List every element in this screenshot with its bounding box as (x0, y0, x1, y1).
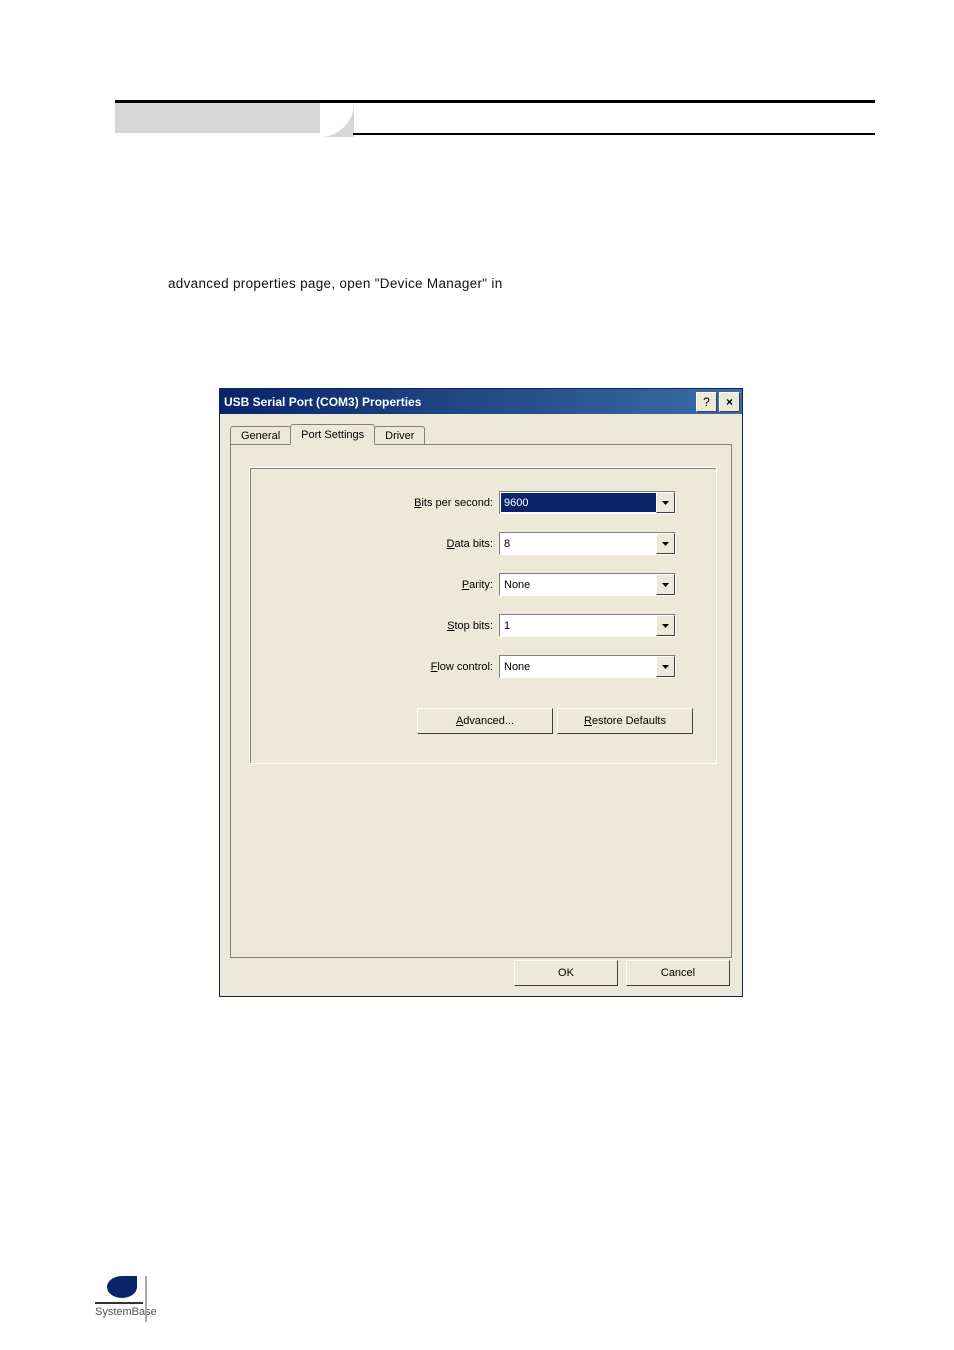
databits-dropdown-button[interactable] (656, 533, 675, 554)
row-data-bits: Data bits: 8 (447, 532, 676, 555)
question-icon: ? (703, 396, 710, 408)
chevron-down-icon (662, 542, 669, 546)
close-icon: × (726, 396, 733, 408)
bps-dropdown[interactable]: 9600 (499, 491, 676, 514)
tab-general[interactable]: General (230, 426, 291, 445)
stopbits-dropdown[interactable]: 1 (499, 614, 676, 637)
logo-text: SystemBase (95, 1306, 157, 1318)
chevron-down-icon (662, 583, 669, 587)
dialog-title: USB Serial Port (COM3) Properties (224, 395, 421, 409)
stopbits-label: Stop bits: (447, 620, 493, 632)
tab-driver-label: Driver (385, 430, 414, 442)
logo-symbol (95, 1276, 143, 1304)
restore-defaults-button[interactable]: Restore Defaults (557, 708, 693, 734)
header-grey-tab (115, 100, 320, 133)
row-stop-bits: Stop bits: 1 (447, 614, 676, 637)
page-header-bar (115, 100, 875, 140)
tab-port-settings-label: Port Settings (301, 429, 364, 441)
tab-general-label: General (241, 430, 280, 442)
row-flow-control: Flow control: None (431, 655, 676, 678)
header-bottom-line (353, 133, 875, 135)
dialog-titlebar[interactable]: USB Serial Port (COM3) Properties ? × (220, 389, 742, 414)
header-curve (320, 103, 354, 137)
advanced-button-label: Advanced... (456, 715, 514, 727)
stopbits-value: 1 (500, 620, 656, 632)
tab-driver[interactable]: Driver (374, 426, 425, 445)
chevron-down-icon (662, 501, 669, 505)
logo-vert (145, 1276, 147, 1322)
parity-label: Parity: (462, 579, 493, 591)
parity-dropdown-button[interactable] (656, 574, 675, 595)
cancel-button-label: Cancel (661, 967, 695, 979)
tab-panel: Bits per second: 9600 Data bits: 8 (230, 444, 732, 958)
close-button[interactable]: × (719, 392, 740, 412)
databits-dropdown[interactable]: 8 (499, 532, 676, 555)
restore-defaults-label: Restore Defaults (584, 715, 666, 727)
properties-dialog: USB Serial Port (COM3) Properties ? × Ge… (219, 388, 743, 997)
bps-label: Bits per second: (414, 497, 493, 509)
bps-value: 9600 (501, 493, 656, 512)
logo-line (95, 1302, 143, 1304)
bps-dropdown-button[interactable] (656, 492, 675, 513)
parity-dropdown[interactable]: None (499, 573, 676, 596)
help-button[interactable]: ? (696, 392, 717, 412)
databits-label: Data bits: (447, 538, 493, 550)
flow-dropdown[interactable]: None (499, 655, 676, 678)
flow-value: None (500, 661, 656, 673)
stopbits-dropdown-button[interactable] (656, 615, 675, 636)
row-bits-per-second: Bits per second: 9600 (414, 491, 676, 514)
tab-port-settings[interactable]: Port Settings (290, 424, 375, 445)
instruction-text: advanced properties page, open "Device M… (168, 276, 503, 291)
parity-value: None (500, 579, 656, 591)
chevron-down-icon (662, 665, 669, 669)
cancel-button[interactable]: Cancel (626, 960, 730, 986)
logo-drop-icon (107, 1276, 137, 1298)
databits-value: 8 (500, 538, 656, 550)
dialog-bottom-buttons: OK Cancel (514, 960, 730, 986)
flow-label: Flow control: (431, 661, 493, 673)
flow-dropdown-button[interactable] (656, 656, 675, 677)
ok-button-label: OK (558, 967, 574, 979)
row-parity: Parity: None (462, 573, 676, 596)
chevron-down-icon (662, 624, 669, 628)
advanced-button[interactable]: Advanced... (417, 708, 553, 734)
tab-strip: General Port Settings Driver (230, 424, 732, 444)
titlebar-controls: ? × (696, 392, 740, 412)
ok-button[interactable]: OK (514, 960, 618, 986)
settings-group: Bits per second: 9600 Data bits: 8 (249, 467, 717, 764)
systembase-logo: SystemBase (95, 1276, 157, 1318)
